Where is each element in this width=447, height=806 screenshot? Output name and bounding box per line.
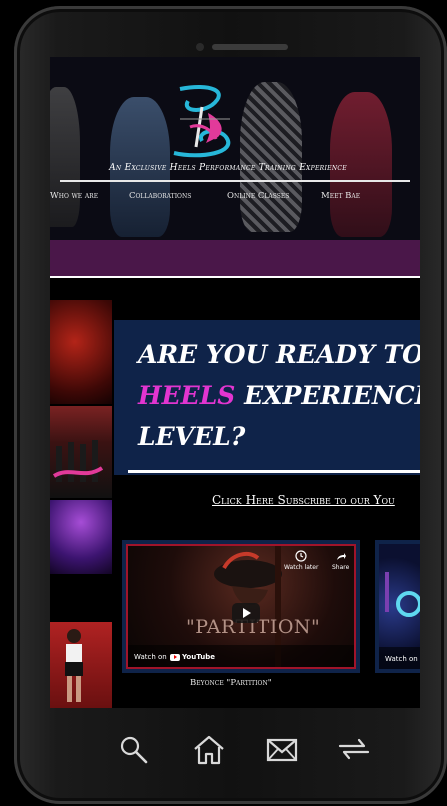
subscribe-link[interactable]: Click Here Subscribe to our You — [212, 493, 395, 507]
dancer-portrait-image — [65, 629, 83, 702]
watch-on-label: Watch on — [134, 653, 167, 661]
mail-icon[interactable] — [266, 738, 298, 762]
share-label: Share — [332, 564, 350, 571]
search-icon[interactable] — [118, 734, 150, 766]
hero-heading: ARE YOU READY TO HEELS EXPERIENCE T LEVE… — [138, 334, 420, 457]
earpiece-speaker — [212, 44, 288, 50]
watch-on-youtube-button[interactable]: Watch on YouTube — [134, 653, 215, 661]
nav-item-collaborations[interactable]: Collaborations — [129, 191, 191, 201]
hero-line-1: ARE YOU READY TO — [138, 340, 420, 369]
site-header: An Exclusive Heels Performance Training … — [50, 57, 420, 240]
watch-later-label: Watch later — [284, 564, 319, 571]
video-card: Watch on — [375, 540, 420, 673]
clock-icon — [295, 550, 307, 562]
hero-banner: ARE YOU READY TO HEELS EXPERIENCE T LEVE… — [114, 320, 420, 475]
purple-banner — [50, 240, 420, 278]
nav-item-online-classes[interactable]: Online Classes — [227, 191, 289, 201]
home-icon[interactable] — [192, 734, 226, 766]
play-button[interactable] — [232, 603, 260, 623]
browser-screen: An Exclusive Heels Performance Training … — [50, 57, 420, 708]
header-dancer-image — [50, 87, 80, 227]
nav-item-who-we-are[interactable]: Who we are — [50, 191, 98, 201]
hero-highlight-word: HEELS — [138, 381, 236, 410]
nav-item-meet-bae[interactable]: Meet Bae — [321, 191, 360, 201]
watch-on-youtube-button[interactable]: Watch on — [385, 655, 418, 663]
gallery-photo — [50, 300, 112, 404]
gallery-photo — [50, 500, 112, 574]
share-icon — [336, 553, 346, 560]
front-camera — [196, 43, 204, 51]
dancers-group-image — [52, 440, 104, 482]
youtube-embed[interactable]: Watch on — [379, 544, 420, 669]
share-button[interactable]: Share — [332, 550, 349, 571]
site-tagline: An Exclusive Heels Performance Training … — [109, 163, 347, 173]
hero-line-2: HEELS EXPERIENCE T — [138, 375, 420, 416]
forward-arrow-icon[interactable] — [336, 736, 372, 762]
brand-logo — [173, 84, 231, 158]
gallery-photo — [50, 576, 112, 622]
youtube-logo-icon — [169, 653, 180, 661]
hero-divider — [128, 470, 420, 473]
youtube-embed[interactable]: "PARTITION" Watch later Share Watch on Y… — [126, 544, 356, 669]
video-caption: Beyonce "Partition" — [190, 678, 272, 688]
gallery-photo — [50, 406, 112, 498]
gallery-photo — [50, 622, 112, 708]
header-divider — [60, 180, 410, 182]
spacer — [50, 278, 420, 300]
hero-line-3: LEVEL? — [138, 422, 246, 451]
youtube-label: YouTube — [181, 653, 215, 661]
video-card: "PARTITION" Watch later Share Watch on Y… — [122, 540, 360, 673]
hero-line-2-rest: EXPERIENCE T — [244, 381, 420, 410]
watch-later-button[interactable]: Watch later — [284, 550, 318, 571]
